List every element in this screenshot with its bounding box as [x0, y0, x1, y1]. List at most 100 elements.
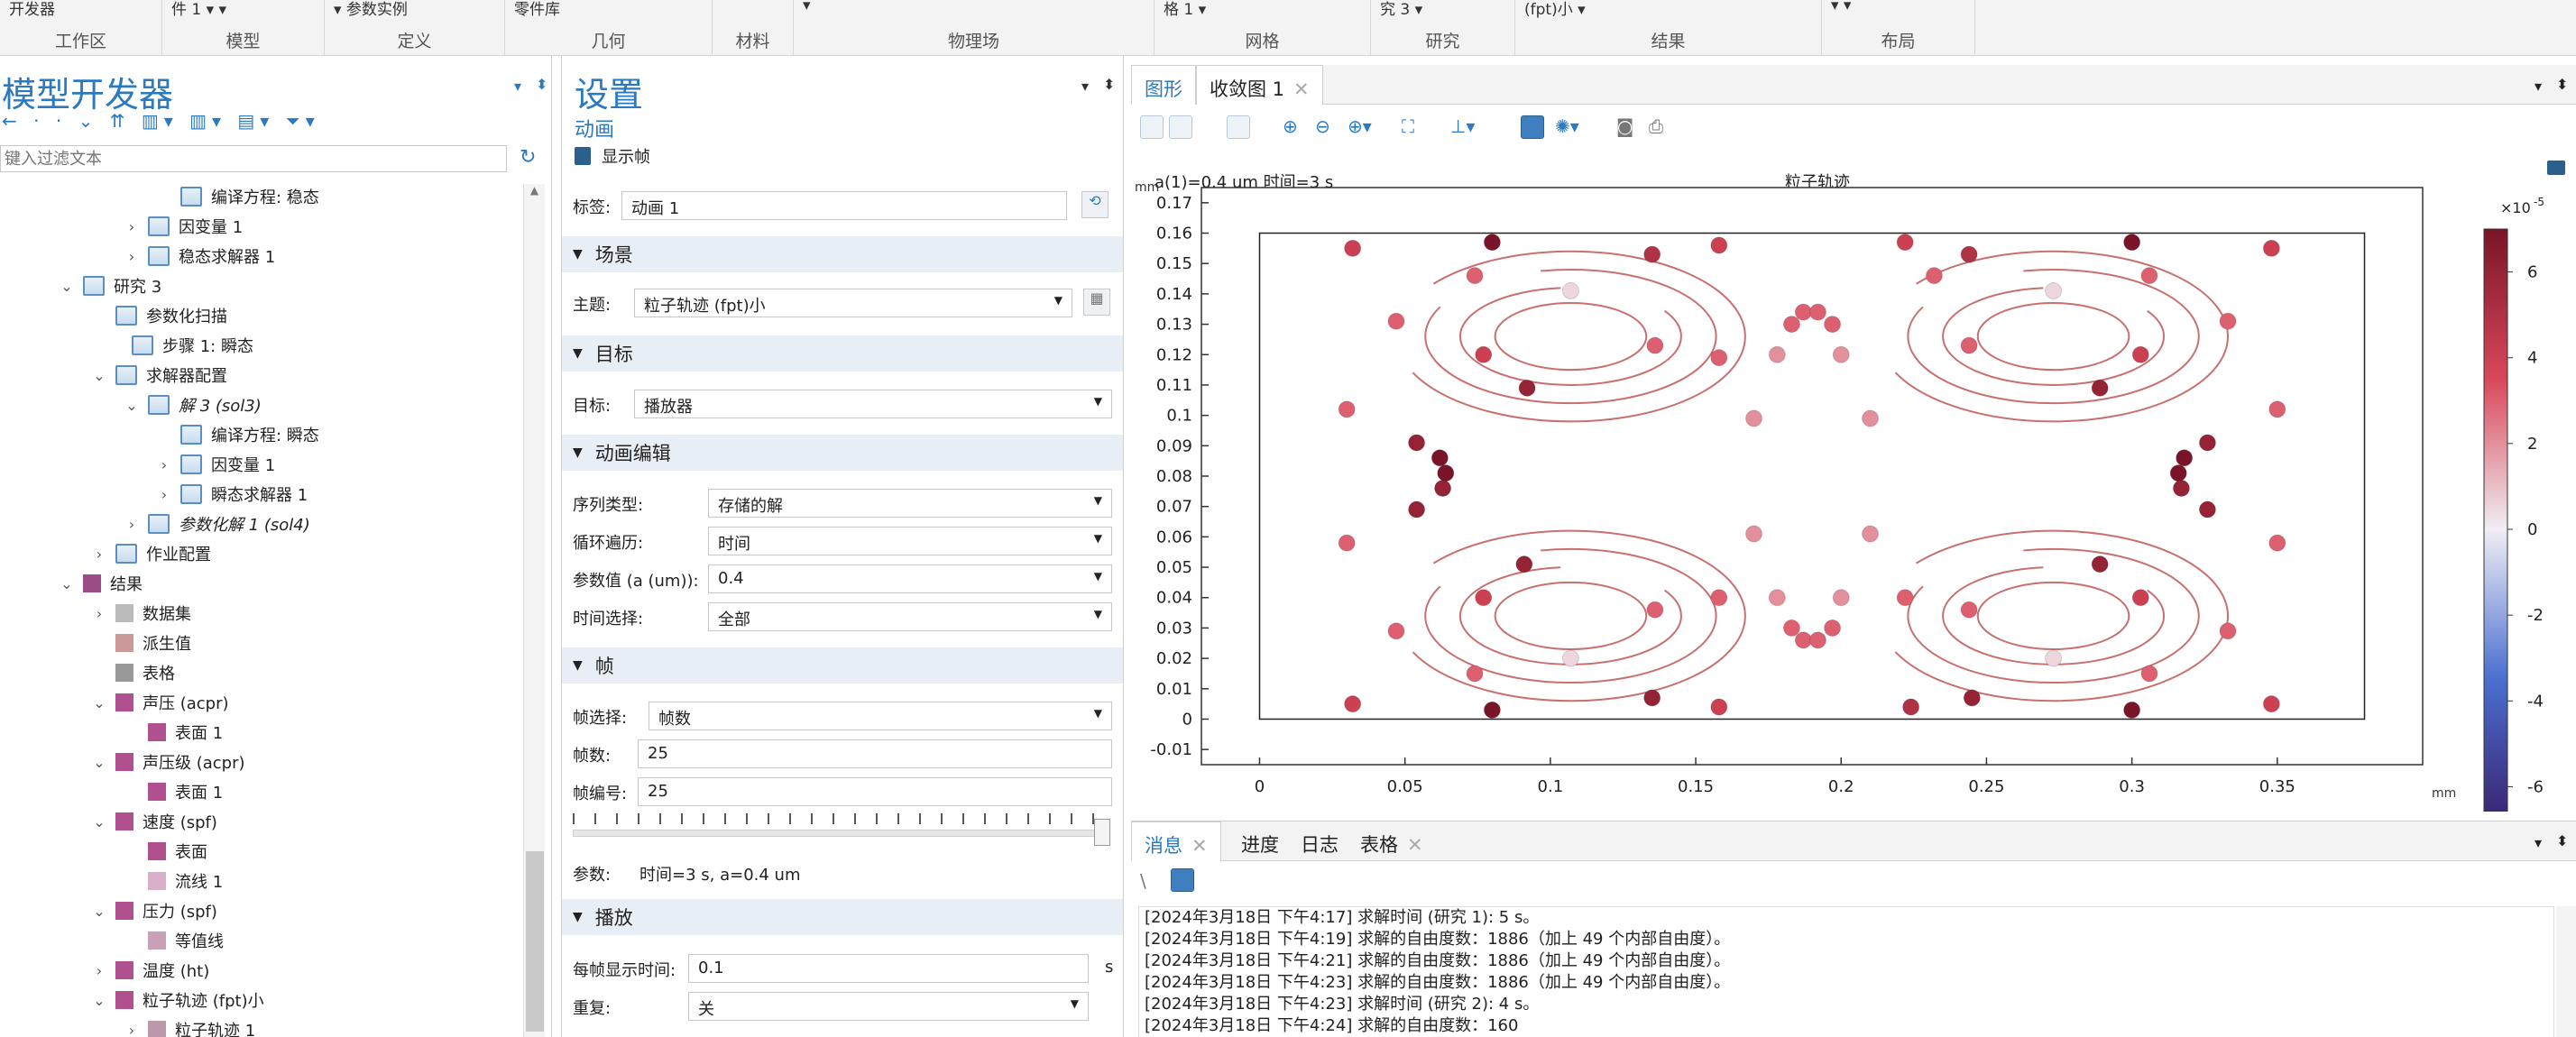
- tab-table[interactable]: 表格 ✕: [1348, 821, 1436, 861]
- tree-item[interactable]: 等值线: [124, 926, 224, 955]
- ribbon-group-button[interactable]: ▾ 参数实例: [334, 0, 408, 19]
- tree-expander-icon[interactable]: ›: [124, 248, 139, 265]
- scrollbar-up-arrow[interactable]: ▲: [524, 184, 545, 206]
- pin-icon[interactable]: ⬍: [536, 76, 547, 93]
- tree-item[interactable]: 表面 1: [124, 718, 223, 747]
- show-frame-button[interactable]: 显示帧: [575, 144, 650, 168]
- ribbon-group-button[interactable]: 究 3 ▾: [1380, 0, 1422, 19]
- frame-slider[interactable]: [573, 813, 1112, 846]
- collapse-icon[interactable]: ⇈: [110, 110, 131, 132]
- zoom-box-icon[interactable]: ⊕▾: [1348, 115, 1372, 137]
- tree-item[interactable]: 编译方程: 瞬态: [157, 420, 319, 449]
- zoom-extents-icon[interactable]: ⛶: [1402, 115, 1414, 137]
- tree-item[interactable]: ⌄ 粒子轨迹 (fpt)小: [92, 986, 264, 1014]
- tab-progress[interactable]: 进度: [1228, 821, 1292, 861]
- clear-icon[interactable]: \: [1140, 870, 1146, 892]
- tree-item[interactable]: ⌄ 声压 (acpr): [92, 688, 229, 717]
- tree-expander-icon[interactable]: ⌄: [92, 813, 106, 831]
- up-icon[interactable]: ·: [56, 110, 67, 132]
- tree-expander-icon[interactable]: ⌄: [124, 397, 139, 414]
- panel-menu-icon[interactable]: ▾: [2535, 834, 2542, 851]
- down-icon[interactable]: ⌄: [78, 110, 99, 132]
- messages-scrollbar[interactable]: [2556, 906, 2576, 1037]
- tree-item[interactable]: ⌄ 解 3 (sol3): [124, 390, 262, 419]
- section-animation-editing[interactable]: ▼ 动画编辑: [562, 435, 1123, 471]
- label-field[interactable]: 动画 1: [621, 191, 1067, 220]
- pin-icon[interactable]: ⬍: [2556, 832, 2568, 849]
- tree-item[interactable]: 参数化扫描: [92, 301, 227, 330]
- tree-expander-icon[interactable]: ›: [124, 1022, 139, 1037]
- filter-icon[interactable]: ⏷▾: [286, 110, 320, 132]
- loop-over-select[interactable]: 时间 ▼: [708, 527, 1112, 555]
- panel-menu-icon[interactable]: ▾: [1081, 78, 1089, 95]
- first-frame-icon[interactable]: [1140, 115, 1164, 139]
- tree-expander-icon[interactable]: ›: [157, 456, 171, 473]
- go-to-source-icon[interactable]: ▦: [1083, 289, 1110, 316]
- tree-scrollbar[interactable]: ▲: [523, 184, 545, 1037]
- refresh-icon[interactable]: ↻: [520, 146, 536, 169]
- play-icon[interactable]: [1169, 115, 1192, 139]
- close-icon[interactable]: ✕: [1191, 835, 1208, 857]
- ribbon-group-button[interactable]: 开发器: [9, 0, 55, 19]
- panel-menu-icon[interactable]: ▾: [514, 78, 521, 95]
- tree-item[interactable]: › 粒子轨迹 1: [124, 1015, 255, 1037]
- tree-item[interactable]: 派生值: [92, 629, 191, 657]
- ribbon-group-button[interactable]: ▾ ▾: [1831, 0, 1851, 14]
- panel-menu-icon[interactable]: ▾: [2535, 78, 2542, 95]
- copy-messages-icon[interactable]: [1171, 868, 1194, 892]
- tree-item[interactable]: ⌄ 结果: [60, 569, 143, 598]
- close-icon[interactable]: ✕: [1293, 78, 1310, 100]
- ribbon-group-button[interactable]: 格 1 ▾: [1164, 0, 1206, 19]
- repeat-select[interactable]: 关 ▼: [688, 992, 1089, 1021]
- tree-expander-icon[interactable]: ›: [157, 486, 171, 503]
- display-time-field[interactable]: 0.1: [688, 954, 1089, 983]
- tree-item[interactable]: › 稳态求解器 1: [124, 242, 275, 271]
- ribbon-group-button[interactable]: 件 1 ▾ ▾: [171, 0, 226, 19]
- number-of-frames-field[interactable]: 25: [638, 739, 1112, 768]
- tree-item[interactable]: ⌄ 声压级 (acpr): [92, 748, 245, 776]
- zoom-out-icon[interactable]: ⊖: [1315, 115, 1330, 137]
- slider-handle[interactable]: [1094, 819, 1110, 846]
- zoom-in-icon[interactable]: ⊕: [1283, 115, 1298, 137]
- tree-expander-icon[interactable]: ⌄: [92, 694, 106, 711]
- tree-item[interactable]: 编译方程: 稳态: [157, 182, 319, 211]
- section-frames[interactable]: ▼ 帧: [562, 647, 1123, 684]
- tree-item[interactable]: ⌄ 求解器配置: [92, 361, 227, 390]
- tree-expander-icon[interactable]: ⌄: [92, 992, 106, 1009]
- section-target[interactable]: ▼ 目标: [562, 335, 1123, 372]
- show-icon[interactable]: ▥▾: [142, 110, 179, 132]
- tree-item[interactable]: 步骤 1: 瞬态: [108, 331, 253, 360]
- tab-log[interactable]: 日志: [1288, 821, 1351, 861]
- pin-icon[interactable]: ⬍: [2556, 76, 2568, 93]
- back-icon[interactable]: ←: [2, 110, 23, 132]
- frame-number-field[interactable]: 25: [638, 777, 1112, 806]
- tree-item[interactable]: ⌄ 压力 (spf): [92, 896, 217, 925]
- tree-item[interactable]: 流线 1: [124, 867, 223, 895]
- section-playing[interactable]: ▼ 播放: [562, 899, 1123, 935]
- tree-expander-icon[interactable]: ›: [124, 516, 139, 533]
- tab-convergence-plot[interactable]: 收敛图 1 ✕: [1196, 65, 1323, 105]
- ribbon-group-button[interactable]: (fpt)小 ▾: [1524, 0, 1586, 19]
- scrollbar-thumb[interactable]: [526, 851, 544, 1032]
- tab-messages[interactable]: 消息 ✕: [1131, 821, 1221, 861]
- subject-select[interactable]: 粒子轨迹 (fpt)小 ▼: [634, 289, 1072, 317]
- tree-expander-icon[interactable]: ›: [92, 962, 106, 979]
- tree-expander-icon[interactable]: ⌄: [60, 575, 74, 592]
- tree-item[interactable]: › 温度 (ht): [92, 956, 209, 985]
- tree-expander-icon[interactable]: ⌄: [92, 903, 106, 920]
- tree-expander-icon[interactable]: ›: [124, 218, 139, 235]
- tree-item[interactable]: 表格: [92, 658, 175, 687]
- axes-icon[interactable]: ⊥▾: [1450, 115, 1475, 137]
- layout-icon[interactable]: ▤▾: [237, 110, 274, 132]
- tree-item[interactable]: › 瞬态求解器 1: [157, 480, 308, 509]
- tree-item[interactable]: › 作业配置: [92, 539, 211, 568]
- tree-expander-icon[interactable]: ›: [92, 546, 106, 563]
- forward-icon[interactable]: ·: [33, 110, 44, 132]
- ribbon-group-button[interactable]: ▾: [803, 0, 811, 14]
- grid-toggle-icon[interactable]: [1521, 115, 1544, 139]
- ribbon-group-button[interactable]: 零件库: [514, 0, 560, 19]
- tree-item[interactable]: 表面 1: [124, 777, 223, 806]
- tree-item[interactable]: ⌄ 研究 3: [60, 271, 161, 300]
- last-frame-icon[interactable]: [1227, 115, 1250, 139]
- tree-expander-icon[interactable]: ›: [92, 605, 106, 622]
